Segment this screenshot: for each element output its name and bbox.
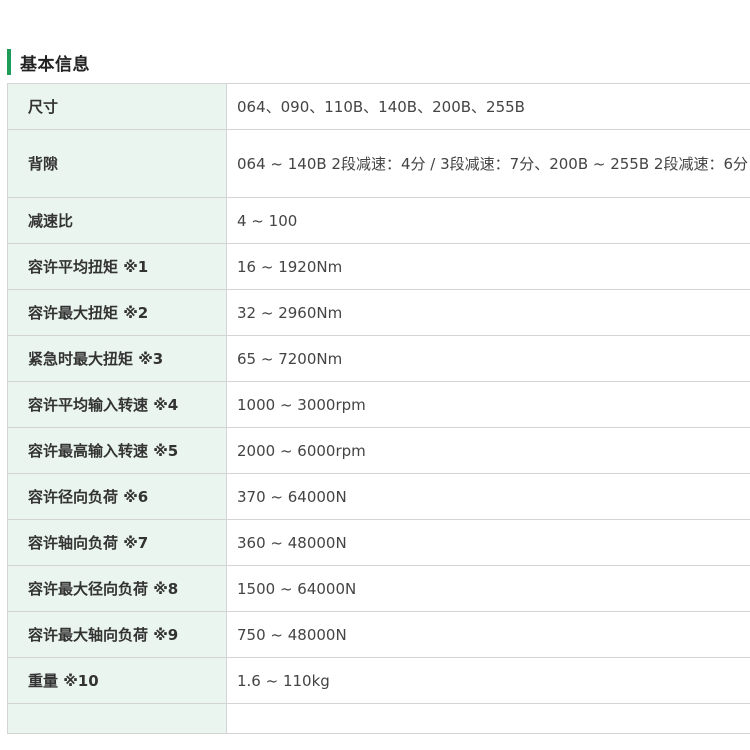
section-heading: 基本信息 <box>7 49 90 75</box>
spec-value: 2000 ~ 6000rpm <box>226 427 750 474</box>
spec-value-text: 1000 ~ 3000rpm <box>237 395 366 414</box>
page: 基本信息 尺寸 064、090、110B、140B、200B、255B 背隙 0… <box>0 0 750 750</box>
spec-value-text: 064、090、110B、140B、200B、255B <box>237 97 525 116</box>
spec-row-max-radial-load: 容许最大径向负荷 ※8 1500 ~ 64000N <box>7 565 750 612</box>
spec-value-text: 064 ~ 140B 2段减速：4分 / 3段减速：7分、200B ~ 255B… <box>237 154 748 173</box>
spec-value: 360 ~ 48000N <box>226 519 750 566</box>
spec-value-text: 2000 ~ 6000rpm <box>237 441 366 460</box>
spec-label: 容许最大轴向负荷 ※9 <box>7 611 227 658</box>
spec-row-max-torque: 容许最大扭矩 ※2 32 ~ 2960Nm <box>7 289 750 336</box>
spec-value: 65 ~ 7200Nm <box>226 335 750 382</box>
spec-label: 容许平均输入转速 ※4 <box>7 381 227 428</box>
spec-label: 背隙 <box>7 129 227 198</box>
spec-value-text: 4 ~ 100 <box>237 211 298 230</box>
spec-value-text: 1.6 ~ 110kg <box>237 671 330 690</box>
spec-row-emergency-torque: 紧急时最大扭矩 ※3 65 ~ 7200Nm <box>7 335 750 382</box>
spec-value: 1500 ~ 64000N <box>226 565 750 612</box>
spec-value: 1.6 ~ 110kg <box>226 657 750 704</box>
spec-label: 紧急时最大扭矩 ※3 <box>7 335 227 382</box>
spec-label: 减速比 <box>7 197 227 244</box>
spec-row-next <box>7 703 750 734</box>
spec-label: 容许最高输入转速 ※5 <box>7 427 227 474</box>
spec-value-text: 370 ~ 64000N <box>237 487 347 506</box>
spec-row-avg-input-speed: 容许平均输入转速 ※4 1000 ~ 3000rpm <box>7 381 750 428</box>
spec-row-backlash: 背隙 064 ~ 140B 2段减速：4分 / 3段减速：7分、200B ~ 2… <box>7 129 750 198</box>
spec-row-size: 尺寸 064、090、110B、140B、200B、255B <box>7 83 750 130</box>
spec-row-axial-load: 容许轴向负荷 ※7 360 ~ 48000N <box>7 519 750 566</box>
spec-value: 064、090、110B、140B、200B、255B <box>226 83 750 130</box>
spec-value-text: 360 ~ 48000N <box>237 533 347 552</box>
spec-value: 370 ~ 64000N <box>226 473 750 520</box>
spec-label: 容许轴向负荷 ※7 <box>7 519 227 566</box>
spec-value: 750 ~ 48000N <box>226 611 750 658</box>
spec-value: 1000 ~ 3000rpm <box>226 381 750 428</box>
spec-row-max-input-speed: 容许最高输入转速 ※5 2000 ~ 6000rpm <box>7 427 750 474</box>
spec-value: 064 ~ 140B 2段减速：4分 / 3段减速：7分、200B ~ 255B… <box>226 129 750 198</box>
spec-label: 容许径向负荷 ※6 <box>7 473 227 520</box>
spec-row-radial-load: 容许径向负荷 ※6 370 ~ 64000N <box>7 473 750 520</box>
spec-label: 容许最大扭矩 ※2 <box>7 289 227 336</box>
spec-value-text: 750 ~ 48000N <box>237 625 347 644</box>
spec-value-text: 16 ~ 1920Nm <box>237 257 343 276</box>
spec-value-text: 32 ~ 2960Nm <box>237 303 343 322</box>
spec-table: 尺寸 064、090、110B、140B、200B、255B 背隙 064 ~ … <box>7 83 750 734</box>
section-title: 基本信息 <box>20 54 90 75</box>
spec-row-max-axial-load: 容许最大轴向负荷 ※9 750 ~ 48000N <box>7 611 750 658</box>
spec-label-empty <box>7 703 227 734</box>
spec-row-weight: 重量 ※10 1.6 ~ 110kg <box>7 657 750 704</box>
spec-value-empty <box>226 703 750 734</box>
spec-value: 32 ~ 2960Nm <box>226 289 750 336</box>
spec-value-text: 1500 ~ 64000N <box>237 579 357 598</box>
spec-row-ratio: 减速比 4 ~ 100 <box>7 197 750 244</box>
heading-accent-bar <box>7 49 11 75</box>
spec-value: 16 ~ 1920Nm <box>226 243 750 290</box>
spec-value: 4 ~ 100 <box>226 197 750 244</box>
spec-label: 容许最大径向负荷 ※8 <box>7 565 227 612</box>
spec-label: 重量 ※10 <box>7 657 227 704</box>
spec-row-avg-torque: 容许平均扭矩 ※1 16 ~ 1920Nm <box>7 243 750 290</box>
spec-label: 容许平均扭矩 ※1 <box>7 243 227 290</box>
spec-value-text: 65 ~ 7200Nm <box>237 349 343 368</box>
spec-label: 尺寸 <box>7 83 227 130</box>
